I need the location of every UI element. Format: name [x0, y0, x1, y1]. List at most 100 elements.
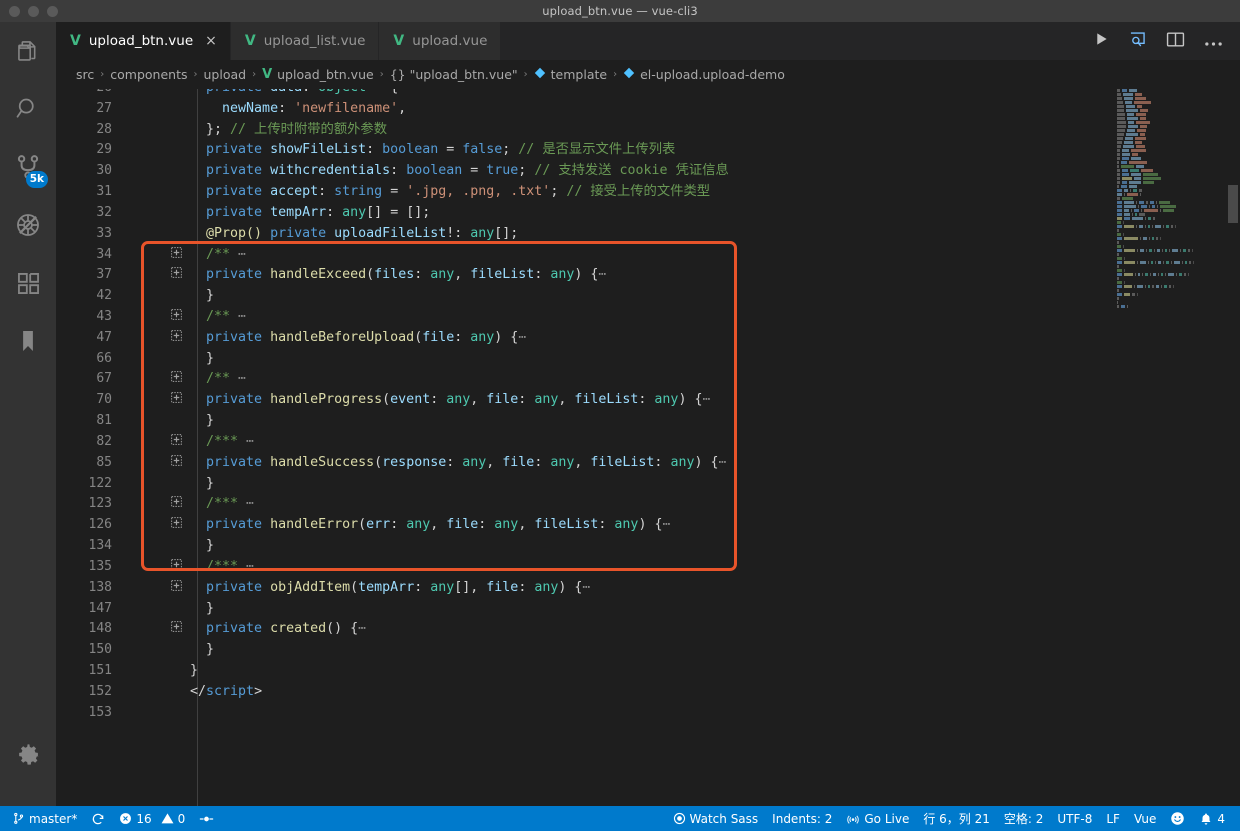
status-indentation[interactable]: 空格: 2 [997, 806, 1051, 831]
status-indents[interactable]: Indents: 2 [765, 806, 839, 831]
status-watch-sass[interactable]: Watch Sass [666, 806, 766, 831]
status-notifications[interactable]: 4 [1192, 806, 1232, 831]
breadcrumb-item-file[interactable]: V upload_btn.vue [262, 67, 374, 82]
minimap-line [1117, 205, 1212, 208]
code-line[interactable]: 148 private created() {⋯ [56, 619, 1240, 640]
code-line[interactable]: 151} [56, 661, 1240, 682]
sidebar-item-run-and-debug[interactable] [0, 196, 56, 254]
code-line[interactable]: 153 [56, 703, 1240, 724]
fold-expand-icon[interactable] [169, 328, 183, 349]
fold-expand-icon[interactable] [169, 557, 183, 578]
code-line[interactable]: 138 private objAddItem(tempArr: any[], f… [56, 578, 1240, 599]
breadcrumb-item-upload[interactable]: upload [203, 67, 246, 82]
status-language-mode[interactable]: Vue [1127, 806, 1163, 831]
breadcrumb-item-components[interactable]: components [110, 67, 187, 82]
status-radar[interactable] [192, 806, 221, 831]
fold-expand-icon[interactable] [169, 390, 183, 411]
breadcrumb-item-el-upload[interactable]: el-upload.upload-demo [623, 67, 785, 82]
open-preview-button[interactable] [1128, 30, 1147, 52]
minimap-line [1117, 249, 1212, 252]
sidebar-item-explorer[interactable] [0, 22, 56, 80]
code-line[interactable]: 67 /** ⋯ [56, 369, 1240, 390]
code-line[interactable]: 30 private withcredentials: boolean = tr… [56, 161, 1240, 182]
code-line[interactable]: 29 private showFileList: boolean = false… [56, 140, 1240, 161]
close-icon[interactable]: × [205, 34, 217, 48]
code-line[interactable]: 26 private data: object = { [56, 89, 1240, 99]
code-line[interactable]: 47 private handleBeforeUpload(file: any)… [56, 328, 1240, 349]
breadcrumb-item-template[interactable]: template [534, 67, 607, 82]
code-line[interactable]: 43 /** ⋯ [56, 307, 1240, 328]
code-line[interactable]: 42 } [56, 286, 1240, 307]
code-line[interactable]: 70 private handleProgress(event: any, fi… [56, 390, 1240, 411]
line-number: 27 [96, 100, 112, 116]
tab-upload-btn-vue[interactable]: V upload_btn.vue × [56, 22, 231, 60]
tab-upload-list-vue[interactable]: V upload_list.vue [230, 22, 380, 60]
status-eol[interactable]: LF [1099, 806, 1127, 831]
scrollbar-thumb[interactable] [1228, 185, 1238, 223]
fold-expand-icon[interactable] [169, 619, 183, 640]
status-notification-count: 4 [1217, 811, 1225, 826]
code-line[interactable]: 82 /*** ⋯ [56, 432, 1240, 453]
code-line[interactable]: 66 } [56, 349, 1240, 370]
sync-icon [91, 812, 105, 826]
code-text: } [190, 538, 215, 554]
code-line[interactable]: 28 }; // 上传时附带的额外参数 [56, 120, 1240, 141]
more-actions-button[interactable] [1204, 32, 1223, 51]
status-go-live[interactable]: Go Live [839, 806, 916, 831]
breadcrumb-item-src[interactable]: src [76, 67, 94, 82]
run-code-button[interactable] [1094, 31, 1109, 51]
breadcrumb-separator: › [379, 69, 384, 80]
fold-expand-icon[interactable] [169, 578, 183, 599]
status-branch[interactable]: master* [0, 806, 84, 831]
code-line[interactable]: 147 } [56, 599, 1240, 620]
status-feedback[interactable] [1163, 806, 1192, 831]
fold-expand-icon[interactable] [169, 515, 183, 536]
code-line[interactable]: 32 private tempArr: any[] = []; [56, 203, 1240, 224]
status-language-label: Vue [1133, 811, 1157, 826]
fold-expand-icon[interactable] [169, 245, 183, 266]
code-lines[interactable]: 26 private data: object = {27 newName: '… [56, 89, 1240, 806]
split-editor-button[interactable] [1166, 31, 1185, 52]
fold-expand-icon[interactable] [169, 432, 183, 453]
code-line[interactable]: 150 } [56, 640, 1240, 661]
code-line[interactable]: 33 @Prop() private uploadFileList!: any[… [56, 224, 1240, 245]
minimap-line [1117, 245, 1212, 248]
code-line[interactable]: 34 /** ⋯ [56, 245, 1240, 266]
status-sync[interactable] [84, 806, 112, 831]
sidebar-item-extensions[interactable] [0, 254, 56, 312]
code-line[interactable]: 134 } [56, 536, 1240, 557]
fold-expand-icon[interactable] [169, 494, 183, 515]
sidebar-item-bookmarks[interactable] [0, 312, 56, 370]
source-control-badge: 5k [25, 171, 48, 188]
status-cursor-position[interactable]: 行 6，列 21 [916, 806, 997, 831]
breadcrumb-item-symbol-root[interactable]: {} "upload_btn.vue" [390, 67, 518, 82]
code-line[interactable]: 37 private handleExceed(files: any, file… [56, 265, 1240, 286]
code-line[interactable]: 81 } [56, 411, 1240, 432]
code-line[interactable]: 85 private handleSuccess(response: any, … [56, 453, 1240, 474]
code-editor[interactable]: 26 private data: object = {27 newName: '… [56, 89, 1240, 806]
code-line[interactable]: 152 </script> [56, 682, 1240, 703]
gear-icon [15, 741, 42, 768]
fold-expand-icon[interactable] [169, 307, 183, 328]
sidebar-item-source-control[interactable]: 5k [0, 138, 56, 196]
fold-expand-icon[interactable] [169, 453, 183, 474]
manage-settings-button[interactable] [0, 725, 56, 783]
sidebar-item-search[interactable] [0, 80, 56, 138]
code-line[interactable]: 123 /*** ⋯ [56, 494, 1240, 515]
code-line[interactable]: 27 newName: 'newfilename', [56, 99, 1240, 120]
tab-label: upload.vue [412, 33, 488, 49]
status-problems[interactable]: 16 0 [112, 806, 192, 831]
code-line[interactable]: 135 /*** ⋯ [56, 557, 1240, 578]
minimap-line [1117, 257, 1212, 260]
tab-upload-vue[interactable]: V upload.vue [379, 22, 502, 60]
vertical-scrollbar[interactable] [1226, 89, 1240, 806]
minimap-line [1117, 113, 1212, 116]
fold-expand-icon[interactable] [169, 265, 183, 286]
code-line[interactable]: 122 } [56, 474, 1240, 495]
fold-expand-icon[interactable] [169, 369, 183, 390]
code-line[interactable]: 31 private accept: string = '.jpg, .png,… [56, 182, 1240, 203]
minimap[interactable] [1117, 89, 1212, 806]
tab-label: upload_btn.vue [88, 33, 194, 49]
code-line[interactable]: 126 private handleError(err: any, file: … [56, 515, 1240, 536]
status-encoding[interactable]: UTF-8 [1050, 806, 1099, 831]
